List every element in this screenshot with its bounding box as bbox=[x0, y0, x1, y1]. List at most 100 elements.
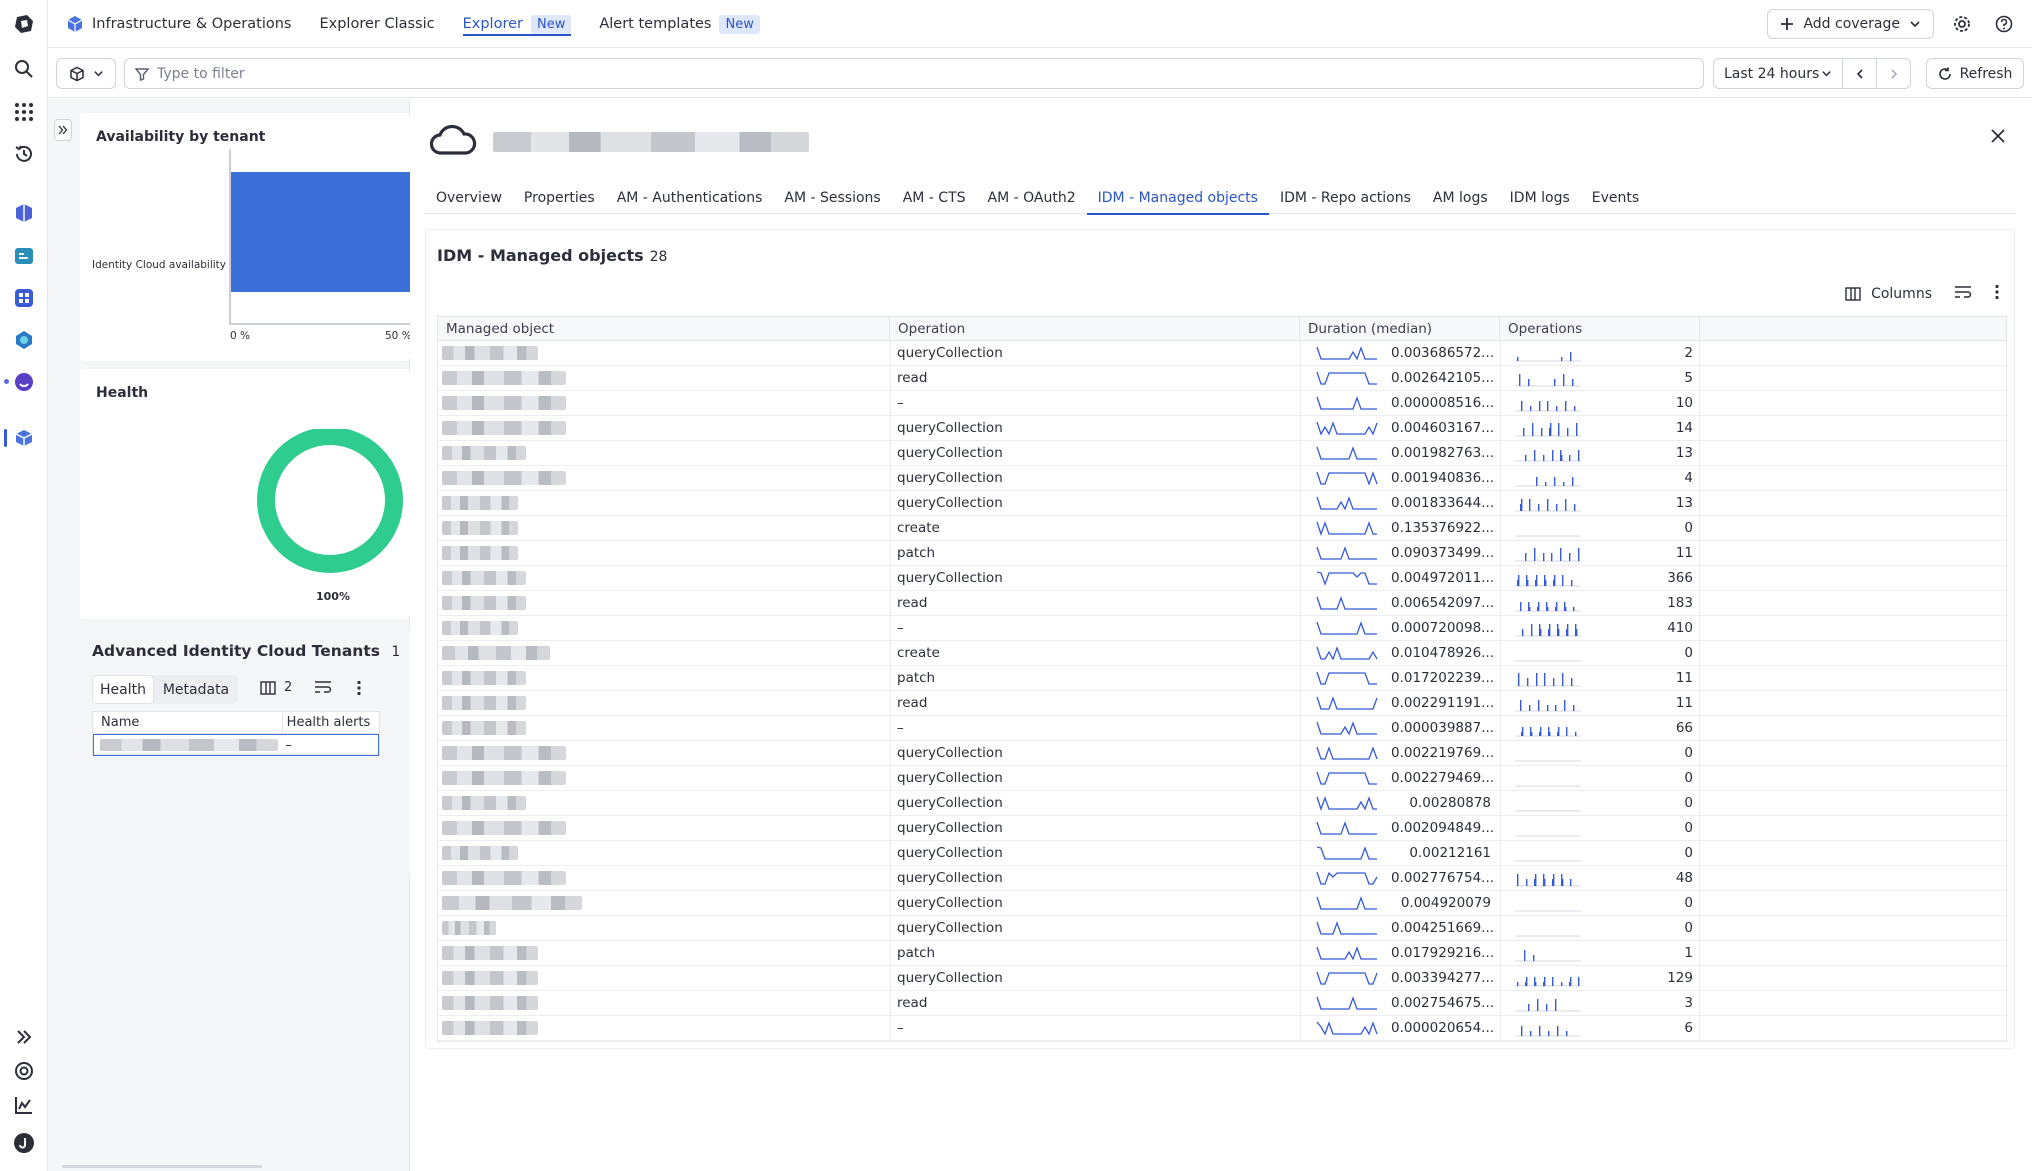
operations-sparkline[interactable] bbox=[1515, 519, 1581, 537]
table-row[interactable]: read 0.006542097... 183 bbox=[438, 591, 2006, 616]
duration-sparkline[interactable] bbox=[1315, 344, 1383, 362]
table-row[interactable]: queryCollection 0.001833644... 13 bbox=[438, 491, 2006, 516]
help-icon[interactable] bbox=[1990, 10, 2018, 38]
table-row[interactable]: patch 0.017929216... 1 bbox=[438, 941, 2006, 966]
tab-am-cts[interactable]: AM - CTS bbox=[892, 181, 977, 214]
duration-sparkline[interactable] bbox=[1315, 1019, 1383, 1037]
managed-object-cell[interactable] bbox=[438, 891, 890, 915]
dynatrace-logo-icon[interactable] bbox=[11, 11, 37, 37]
user-avatar-icon[interactable] bbox=[11, 1130, 37, 1156]
managed-object-cell[interactable] bbox=[438, 691, 890, 715]
col-operation[interactable]: Operation bbox=[890, 317, 1300, 340]
table-row[interactable]: – 0.000720098... 410 bbox=[438, 616, 2006, 641]
table-row[interactable]: create 0.010478926... 0 bbox=[438, 641, 2006, 666]
expand-rail-icon[interactable] bbox=[11, 1024, 37, 1050]
columns-button[interactable]: Columns bbox=[1845, 286, 1932, 302]
explorer-app-icon[interactable] bbox=[11, 425, 37, 451]
tab-health[interactable]: Health bbox=[92, 675, 154, 704]
managed-object-cell[interactable] bbox=[438, 941, 890, 965]
table-row[interactable]: – 0.000008516... 10 bbox=[438, 391, 2006, 416]
operations-sparkline[interactable] bbox=[1515, 344, 1581, 362]
add-coverage-button[interactable]: Add coverage bbox=[1767, 9, 1934, 39]
operations-sparkline[interactable] bbox=[1515, 944, 1581, 962]
history-icon[interactable] bbox=[11, 141, 37, 167]
table-row[interactable]: queryCollection 0.00280878 0 bbox=[438, 791, 2006, 816]
managed-object-cell[interactable] bbox=[438, 666, 890, 690]
tab-events[interactable]: Events bbox=[1581, 181, 1650, 214]
duration-sparkline[interactable] bbox=[1315, 919, 1383, 937]
col-operations[interactable]: Operations bbox=[1500, 317, 1700, 340]
duration-sparkline[interactable] bbox=[1315, 419, 1383, 437]
line-wrap-icon[interactable] bbox=[314, 680, 332, 698]
table-row[interactable]: read 0.002754675... 3 bbox=[438, 991, 2006, 1016]
infrastructure-app-icon[interactable] bbox=[11, 200, 37, 226]
duration-sparkline[interactable] bbox=[1315, 869, 1383, 887]
duration-sparkline[interactable] bbox=[1315, 444, 1383, 462]
operations-sparkline[interactable] bbox=[1515, 1019, 1581, 1037]
operations-sparkline[interactable] bbox=[1515, 619, 1581, 637]
logs-app-icon[interactable] bbox=[11, 243, 37, 269]
table-row[interactable]: queryCollection 0.001982763... 13 bbox=[438, 441, 2006, 466]
managed-object-cell[interactable] bbox=[438, 1016, 890, 1040]
table-row[interactable]: queryCollection 0.004251669... 0 bbox=[438, 916, 2006, 941]
managed-object-cell[interactable] bbox=[438, 716, 890, 740]
managed-object-cell[interactable] bbox=[438, 866, 890, 890]
horizontal-scrollbar[interactable] bbox=[62, 1165, 262, 1168]
operations-sparkline[interactable] bbox=[1515, 694, 1581, 712]
tab-idm-logs[interactable]: IDM logs bbox=[1499, 181, 1581, 214]
operations-sparkline[interactable] bbox=[1515, 569, 1581, 587]
performance-icon[interactable] bbox=[11, 1092, 37, 1118]
duration-sparkline[interactable] bbox=[1315, 544, 1383, 562]
nav-explorer-classic[interactable]: Explorer Classic bbox=[319, 0, 434, 48]
app-title[interactable]: Infrastructure & Operations bbox=[66, 0, 291, 48]
tab-overview[interactable]: Overview bbox=[425, 181, 513, 214]
duration-sparkline[interactable] bbox=[1315, 519, 1383, 537]
managed-object-cell[interactable] bbox=[438, 991, 890, 1015]
tab-metadata[interactable]: Metadata bbox=[154, 675, 238, 704]
operations-sparkline[interactable] bbox=[1515, 894, 1581, 912]
duration-sparkline[interactable] bbox=[1315, 494, 1383, 512]
managed-object-cell[interactable] bbox=[438, 341, 890, 365]
duration-sparkline[interactable] bbox=[1315, 369, 1383, 387]
nav-explorer[interactable]: Explorer New bbox=[462, 0, 572, 48]
duration-sparkline[interactable] bbox=[1315, 594, 1383, 612]
search-icon[interactable] bbox=[11, 56, 37, 82]
tenant-name-cell[interactable] bbox=[94, 735, 281, 755]
notebooks-app-icon[interactable] bbox=[11, 369, 37, 395]
operations-sparkline[interactable] bbox=[1515, 544, 1581, 562]
duration-sparkline[interactable] bbox=[1315, 944, 1383, 962]
tab-am-authentications[interactable]: AM - Authentications bbox=[606, 181, 774, 214]
col-duration[interactable]: Duration (median) bbox=[1300, 317, 1500, 340]
table-row[interactable]: – 0.000039887... 66 bbox=[438, 716, 2006, 741]
refresh-button[interactable]: Refresh bbox=[1926, 58, 2024, 89]
managed-object-cell[interactable] bbox=[438, 616, 890, 640]
dashboards-app-icon[interactable] bbox=[11, 285, 37, 311]
more-options-icon[interactable] bbox=[356, 680, 362, 700]
more-options-icon[interactable] bbox=[1994, 284, 2000, 304]
settings-gear-icon[interactable] bbox=[1948, 10, 1976, 38]
managed-object-cell[interactable] bbox=[438, 466, 890, 490]
tab-idm-managed-objects[interactable]: IDM - Managed objects bbox=[1086, 181, 1270, 215]
duration-sparkline[interactable] bbox=[1315, 469, 1383, 487]
support-icon[interactable] bbox=[11, 1058, 37, 1084]
col-managed-object[interactable]: Managed object bbox=[438, 317, 890, 340]
managed-object-cell[interactable] bbox=[438, 741, 890, 765]
table-row[interactable]: patch 0.090373499... 11 bbox=[438, 541, 2006, 566]
close-icon[interactable] bbox=[1990, 128, 2006, 148]
managed-object-cell[interactable] bbox=[438, 566, 890, 590]
table-row[interactable]: queryCollection 0.004603167... 14 bbox=[438, 416, 2006, 441]
operations-sparkline[interactable] bbox=[1515, 369, 1581, 387]
col-name-header[interactable]: Name bbox=[93, 712, 282, 733]
managed-object-cell[interactable] bbox=[438, 366, 890, 390]
table-row[interactable]: queryCollection 0.003686572... 2 bbox=[438, 341, 2006, 366]
managed-object-cell[interactable] bbox=[438, 916, 890, 940]
managed-object-cell[interactable] bbox=[438, 791, 890, 815]
duration-sparkline[interactable] bbox=[1315, 894, 1383, 912]
duration-sparkline[interactable] bbox=[1315, 819, 1383, 837]
entity-scope-select[interactable] bbox=[56, 58, 116, 89]
duration-sparkline[interactable] bbox=[1315, 569, 1383, 587]
table-row[interactable]: queryCollection 0.00212161 0 bbox=[438, 841, 2006, 866]
operations-sparkline[interactable] bbox=[1515, 819, 1581, 837]
table-row[interactable]: queryCollection 0.002094849... 0 bbox=[438, 816, 2006, 841]
operations-sparkline[interactable] bbox=[1515, 719, 1581, 737]
